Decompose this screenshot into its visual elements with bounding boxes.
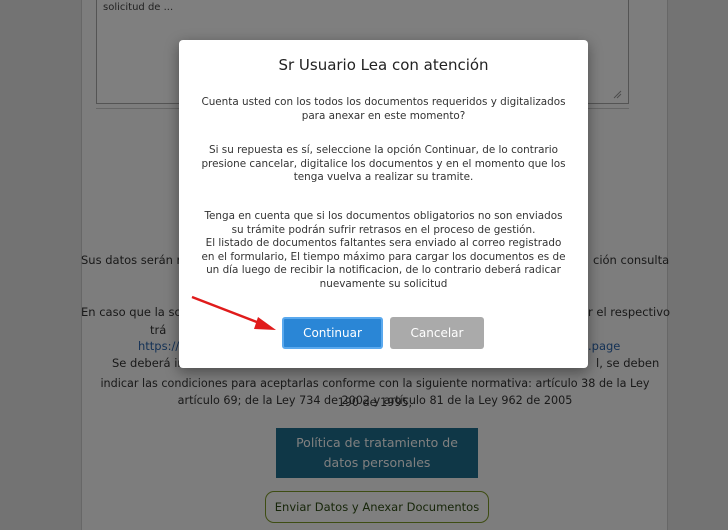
modal-question: Cuenta usted con los todos los documento… xyxy=(201,96,566,122)
modal-instruction: Si su repuesta es sí, seleccione la opci… xyxy=(201,144,566,183)
attention-modal: Sr Usuario Lea con atención Cuenta usted… xyxy=(179,40,588,368)
continue-button[interactable]: Continuar xyxy=(282,317,383,349)
cancel-button[interactable]: Cancelar xyxy=(390,317,484,349)
modal-warning-missing-docs: El listado de documentos faltantes sera … xyxy=(201,237,566,290)
modal-warning-delays: Tenga en cuenta que si los documentos ob… xyxy=(204,210,563,236)
modal-title: Sr Usuario Lea con atención xyxy=(278,56,489,74)
